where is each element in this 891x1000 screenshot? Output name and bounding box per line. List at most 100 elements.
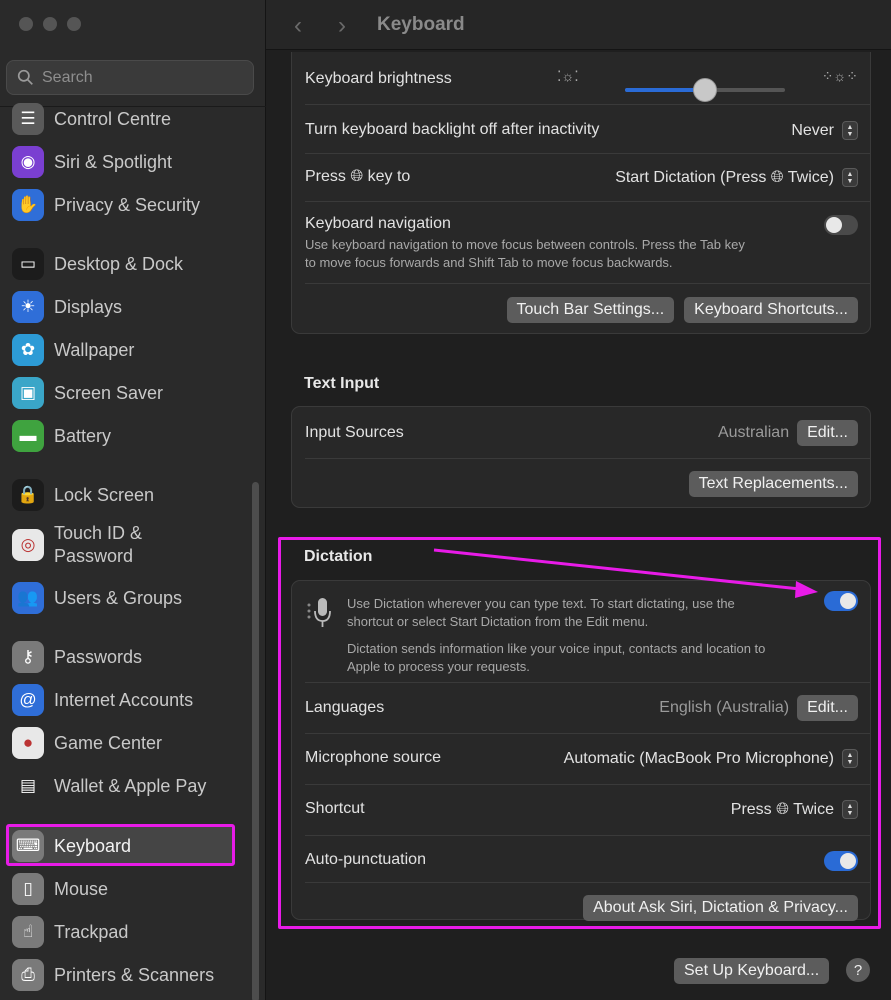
wallet-icon: ▤: [12, 770, 44, 802]
sidebar-item-label: Screen Saver: [54, 382, 164, 403]
search-input[interactable]: [42, 68, 232, 87]
keyboard-navigation-toggle[interactable]: [824, 215, 858, 235]
sidebar-item-keyboard[interactable]: ⌨ Keyboard: [12, 830, 131, 862]
forward-chevron-icon[interactable]: ›: [338, 12, 346, 40]
press-key-label-part: key to: [367, 168, 411, 185]
shortcut-value-part: Press: [730, 800, 772, 818]
sidebar-item-label: Wallet & Apple Pay: [54, 775, 207, 796]
auto-punctuation-toggle[interactable]: [824, 851, 858, 871]
divider: [305, 835, 870, 836]
press-key-value: Start Dictation (Press 🌐︎ Twice): [615, 169, 834, 187]
sidebar-item-mouse[interactable]: ▯ Mouse: [12, 873, 108, 905]
touch-bar-settings-button[interactable]: Touch Bar Settings...: [506, 297, 675, 323]
divider: [305, 458, 870, 459]
sidebar-item-printers-scanners[interactable]: ⎙ Printers & Scanners: [12, 959, 214, 991]
sidebar-item-wallpaper[interactable]: ✿ Wallpaper: [12, 334, 134, 366]
sidebar-item-label: Passwords: [54, 646, 143, 667]
sidebar-item-privacy-security[interactable]: ✋ Privacy & Security: [12, 189, 200, 221]
brightness-slider-knob[interactable]: [693, 78, 717, 102]
divider: [305, 283, 870, 284]
press-key-popup[interactable]: Start Dictation (Press 🌐︎ Twice) ▲ ▼: [615, 168, 858, 187]
divider: [305, 104, 870, 105]
keyboard-shortcuts-button[interactable]: Keyboard Shortcuts...: [684, 297, 858, 323]
sidebar-item-displays[interactable]: ☀ Displays: [12, 291, 122, 323]
input-sources-controls: Australian Edit...: [718, 420, 858, 446]
window-controls: [19, 17, 81, 31]
sidebar-item-label: Trackpad: [54, 921, 129, 942]
sidebar-item-users-groups[interactable]: 👥 Users & Groups: [12, 582, 182, 614]
sidebar-item-label: Lock Screen: [54, 484, 155, 505]
sidebar-item-label: Privacy & Security: [54, 194, 201, 215]
trackpad-icon: ☝: [12, 916, 44, 948]
input-sources-edit-button[interactable]: Edit...: [797, 420, 858, 446]
sidebar-item-label: Control Centre: [54, 108, 172, 129]
divider: [305, 784, 870, 785]
sidebar-item-lock-screen[interactable]: 🔒 Lock Screen: [12, 479, 154, 511]
battery-icon: ▬: [12, 420, 44, 452]
sidebar-item-label-line: Touch ID &: [54, 523, 143, 543]
sidebar-item-touch-id[interactable]: ◎ Touch ID & Password: [12, 522, 142, 568]
globe-icon: 🌐︎: [776, 800, 789, 818]
sidebar-item-game-center[interactable]: ● Game Center: [12, 727, 162, 759]
zoom-window-button[interactable]: [67, 17, 81, 31]
keyboard-navigation-desc-line: to move focus forwards and Shift Tab to …: [305, 255, 673, 270]
shortcut-popup[interactable]: Press 🌐︎ Twice ▲ ▼: [731, 800, 858, 819]
dictation-description: Use Dictation wherever you can type text…: [347, 595, 817, 676]
dictation-toggle[interactable]: [824, 591, 858, 611]
languages-controls: English (Australia) Edit...: [659, 695, 858, 721]
press-key-row: Press 🌐︎ key to Start Dictation (Press 🌐…: [305, 168, 858, 187]
fingerprint-icon: ◎: [12, 529, 44, 561]
sidebar-item-trackpad[interactable]: ☝ Trackpad: [12, 916, 128, 948]
brightness-low-icon: ⁚☼⁚: [557, 68, 579, 84]
search-box[interactable]: [6, 60, 254, 95]
languages-label: Languages: [305, 699, 385, 716]
backlight-popup[interactable]: Never ▲ ▼: [791, 121, 858, 140]
divider: [305, 153, 870, 154]
shortcut-label: Shortcut: [305, 800, 365, 817]
text-input-title: Text Input: [304, 375, 380, 392]
keyboard-buttons: Touch Bar Settings... Keyboard Shortcuts…: [506, 297, 858, 323]
dictation-desc-line: Dictation sends information like your vo…: [347, 641, 766, 656]
sidebar-item-wallet-apple-pay[interactable]: ▤ Wallet & Apple Pay: [12, 770, 206, 802]
sidebar-item-label: Desktop & Dock: [54, 253, 184, 274]
minimize-window-button[interactable]: [43, 17, 57, 31]
help-button[interactable]: ?: [846, 958, 870, 982]
sidebar-item-screen-saver[interactable]: ▣ Screen Saver: [12, 377, 163, 409]
brightness-slider[interactable]: [625, 78, 785, 102]
set-up-keyboard-button[interactable]: Set Up Keyboard...: [674, 958, 830, 984]
backlight-label: Turn keyboard backlight off after inacti…: [305, 121, 600, 138]
input-sources-row: Input Sources Australian Edit...: [305, 420, 858, 446]
game-center-icon: ●: [12, 727, 44, 759]
text-replacements-button[interactable]: Text Replacements...: [688, 471, 858, 497]
sidebar-item-siri-spotlight[interactable]: ◉ Siri & Spotlight: [12, 146, 172, 178]
sidebar-item-label-line: Password: [54, 546, 134, 566]
auto-punctuation-label: Auto-punctuation: [305, 851, 426, 868]
languages-edit-button[interactable]: Edit...: [797, 695, 858, 721]
sidebar-item-label: Game Center: [54, 732, 163, 753]
siri-icon: ◉: [12, 146, 44, 178]
back-chevron-icon[interactable]: ‹: [294, 12, 302, 40]
close-window-button[interactable]: [19, 17, 33, 31]
languages-value: English (Australia): [659, 699, 790, 716]
sidebar-item-label: Internet Accounts: [54, 689, 194, 710]
about-dictation-privacy-button[interactable]: About Ask Siri, Dictation & Privacy...: [583, 895, 858, 921]
microphone-popup[interactable]: Automatic (MacBook Pro Microphone) ▲ ▼: [564, 749, 858, 768]
microphone-row: Microphone source Automatic (MacBook Pro…: [305, 749, 858, 768]
control-centre-icon: ☰: [12, 103, 44, 135]
sidebar-item-label: Wallpaper: [54, 339, 135, 360]
brightness-high-icon: ⁘☼⁘: [821, 68, 858, 84]
sidebar-item-battery[interactable]: ▬ Battery: [12, 420, 111, 452]
flower-icon: ✿: [12, 334, 44, 366]
hand-icon: ✋: [12, 189, 44, 221]
brightness-row: Keyboard brightness ⁚☼⁚ ⁘☼⁘: [305, 68, 858, 102]
microphone-label: Microphone source: [305, 749, 442, 766]
divider: [305, 882, 870, 883]
sidebar-item-control-centre[interactable]: ☰ Control Centre: [12, 103, 171, 135]
shortcut-row: Shortcut Press 🌐︎ Twice ▲ ▼: [305, 800, 858, 819]
sidebar-scrollbar[interactable]: [252, 482, 259, 1000]
sidebar-item-desktop-dock[interactable]: ▭ Desktop & Dock: [12, 248, 183, 280]
stepper-icon: ▲ ▼: [842, 168, 858, 187]
sidebar-item-internet-accounts[interactable]: @ Internet Accounts: [12, 684, 193, 716]
divider: [305, 733, 870, 734]
sidebar-item-passwords[interactable]: ⚷ Passwords: [12, 641, 142, 673]
